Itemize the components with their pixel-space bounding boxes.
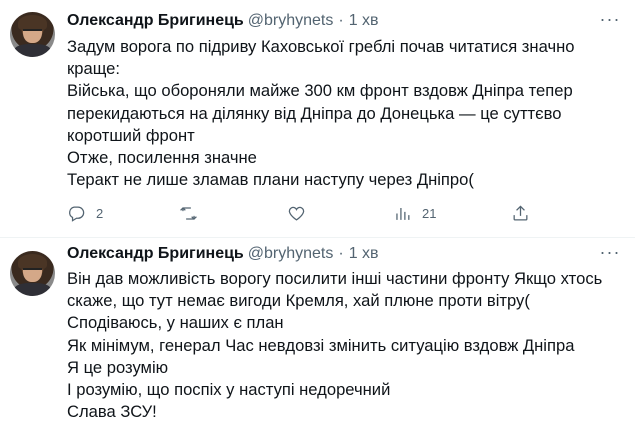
tweet-line: Він дав можливість ворогу посилити інші …	[67, 269, 603, 288]
author-handle[interactable]: @bryhynets	[248, 245, 334, 262]
tweet-line: Як мінімум, генерал Час невдовзі змінить…	[67, 335, 575, 355]
tweet-line: перекидаються на ділянку від Дніпра до Д…	[67, 103, 562, 123]
tweet-line: Війська, що обороняли майже 300 км фронт…	[67, 81, 573, 101]
share-button[interactable]	[511, 201, 530, 225]
tweet-line: коротший фронт	[67, 125, 195, 145]
retweet-button[interactable]	[179, 201, 208, 225]
more-icon[interactable]: ···	[599, 10, 621, 28]
tweet-line: Задум ворога по підриву Каховської гребл…	[67, 37, 575, 56]
tweet-time[interactable]: 1 хв	[349, 245, 379, 262]
reply-button[interactable]: 2	[67, 201, 103, 225]
tweet-text: Задум ворога по підриву Каховської гребл…	[67, 36, 627, 191]
like-button[interactable]	[287, 201, 316, 225]
stats-button[interactable]: 21	[393, 201, 436, 225]
tweet-line: краще:	[67, 59, 121, 79]
tweet-line: Теракт не лише зламав плани наступу чере…	[67, 170, 474, 190]
tweet-1[interactable]: Олександр Бригинець @bryhynets · 1 хв ··· З…	[0, 0, 635, 238]
avatar[interactable]	[10, 251, 55, 296]
share-icon	[513, 204, 528, 220]
author-handle[interactable]: @bryhynets	[248, 12, 334, 29]
more-icon[interactable]: ···	[599, 243, 621, 261]
tweet-line: Отже, посилення значне	[67, 148, 257, 168]
separator-dot: ·	[338, 245, 344, 262]
separator-dot: ·	[338, 12, 344, 29]
avatar[interactable]	[10, 12, 55, 57]
retweet-icon	[180, 206, 197, 220]
tweet-line: Сподіваюсь, у наших є план	[67, 313, 284, 333]
tweet-line: Слава ЗСУ!	[67, 402, 157, 422]
tweet-actions: 2 21	[67, 201, 537, 225]
tweet-line: Я це розумію	[67, 357, 169, 377]
reply-icon	[69, 206, 85, 222]
tweet-line: І розумію, що поспіх у наступі недоречни…	[67, 380, 391, 400]
tweet-header: Олександр Бригинець @bryhynets · 1 хв	[67, 11, 379, 31]
author-name[interactable]: Олександр Бригинець	[67, 12, 244, 29]
tweet-2[interactable]: Олександр Бригинець @bryhynets · 1 хв ··· В…	[0, 238, 635, 439]
stats-icon	[396, 207, 410, 220]
stats-count: 21	[422, 205, 437, 221]
heart-icon	[288, 206, 305, 221]
tweet-time[interactable]: 1 хв	[349, 12, 379, 29]
reply-count: 2	[96, 205, 104, 221]
tweet-line: скаже, що тут немає вигоди Кремля, хай п…	[67, 291, 530, 311]
tweet-text: Він дав можливість ворогу посилити інші …	[67, 268, 627, 423]
author-name[interactable]: Олександр Бригинець	[67, 245, 244, 262]
tweet-header: Олександр Бригинець @bryhynets · 1 хв	[67, 244, 379, 264]
